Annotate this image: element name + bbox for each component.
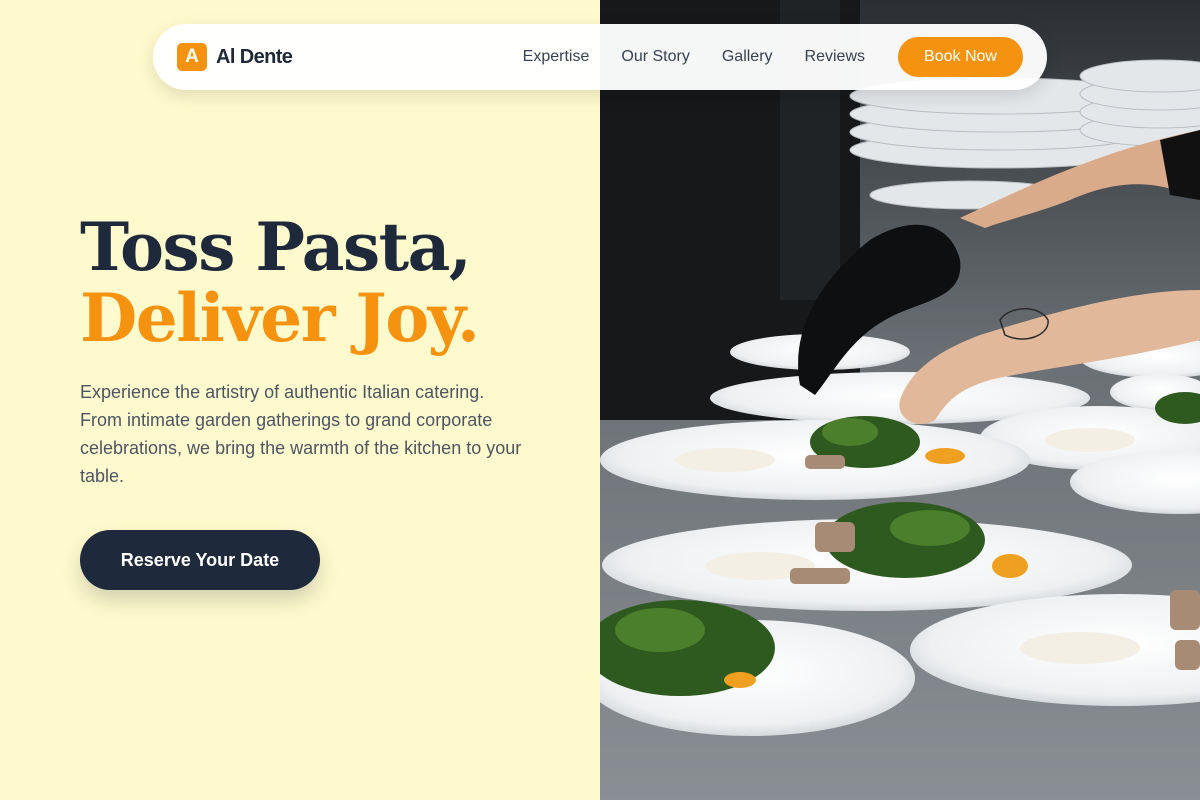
nav-link-our-story[interactable]: Our Story	[621, 48, 689, 66]
brand-name: Al Dente	[216, 45, 293, 68]
hero-title: Toss Pasta, Deliver Joy.	[80, 208, 480, 357]
hero-title-line1: Toss Pasta,	[80, 208, 472, 286]
hero-description: Experience the artistry of authentic Ita…	[80, 382, 522, 486]
hero-photo	[600, 0, 1200, 800]
nav-link-reviews[interactable]: Reviews	[805, 48, 865, 66]
brand-mark-icon: A	[177, 43, 207, 71]
nav-link-gallery[interactable]: Gallery	[722, 48, 773, 66]
nav-links: Expertise Our Story Gallery Reviews	[523, 48, 865, 66]
main-navbar: A Al Dente Expertise Our Story Gallery R…	[153, 24, 1047, 90]
book-now-button[interactable]: Book Now	[898, 37, 1023, 77]
reserve-date-button[interactable]: Reserve Your Date	[80, 530, 320, 590]
hero-title-line2: Deliver Joy.	[80, 279, 480, 357]
nav-link-expertise[interactable]: Expertise	[523, 48, 590, 66]
plated-food-photo	[600, 0, 1200, 800]
brand-logo[interactable]: A Al Dente	[177, 43, 293, 71]
